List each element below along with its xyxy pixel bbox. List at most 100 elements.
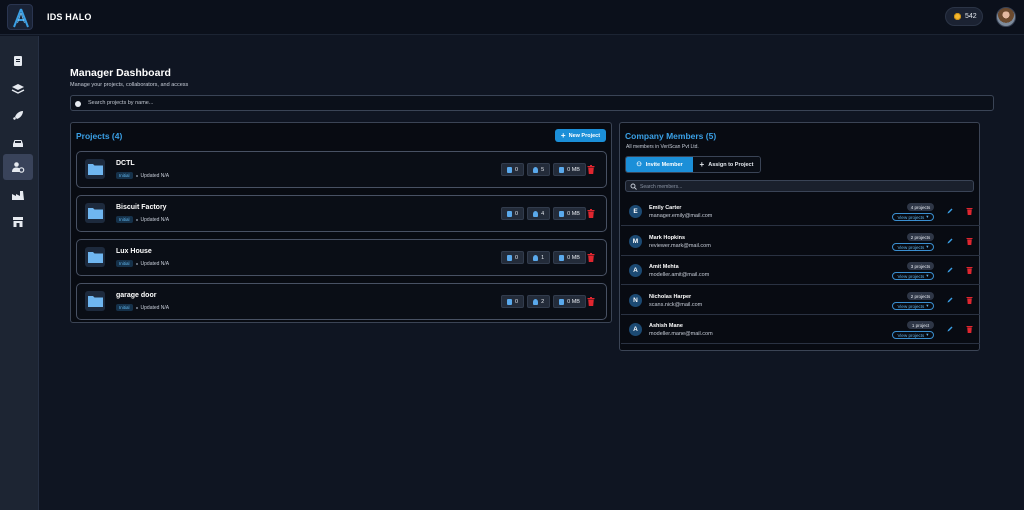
view-projects-button[interactable]: View projects ▾ [892, 331, 934, 339]
database-icon [559, 166, 565, 173]
new-project-button[interactable]: + New Project [555, 129, 606, 142]
member-search[interactable] [625, 180, 974, 192]
member-row: M Mark Hopkins reviewer.mark@mail.com 2 … [621, 227, 980, 256]
files-count: 0 [515, 254, 519, 261]
new-project-label: New Project [568, 132, 601, 139]
user-icon [533, 210, 539, 217]
files-count: 0 [515, 210, 519, 217]
factory-icon [12, 191, 24, 200]
project-name: garage door [116, 292, 157, 299]
trash-icon[interactable] [587, 297, 595, 306]
sidebar-item-vehicles[interactable] [3, 130, 33, 156]
users-count: 2 [541, 298, 545, 305]
trash-icon[interactable] [966, 325, 973, 333]
project-meta: Initial Updated N/A [116, 216, 169, 223]
view-projects-label: View projects [897, 303, 925, 309]
members-panel: Company Members (5) All members in VeriS… [619, 122, 980, 351]
files-stat: 0 [501, 163, 525, 176]
user-icon [533, 166, 539, 173]
member-email: scans.nick@mail.com [649, 302, 703, 308]
chevron-down-icon: ▾ [926, 332, 929, 337]
folder-icon [85, 159, 105, 179]
project-card[interactable]: Lux House Initial Updated N/A 0 1 0 MB [76, 239, 607, 276]
page-title: Manager Dashboard [70, 67, 171, 79]
trash-icon[interactable] [966, 207, 973, 215]
member-name: Ashish Mane [649, 323, 683, 329]
member-name: Mark Hopkins [649, 235, 686, 241]
size-stat: 0 MB [553, 207, 586, 220]
project-updated: Updated N/A [140, 304, 170, 311]
sidebar-item-manager[interactable] [3, 154, 33, 180]
tab-invite-member[interactable]: ⚇ Invite Member [626, 157, 693, 172]
member-name: Amit Mehta [649, 264, 679, 270]
projects-title: Projects (4) [76, 131, 123, 141]
view-projects-button[interactable]: View projects ▾ [892, 272, 934, 280]
trash-icon[interactable] [587, 209, 595, 218]
member-email: modeller.amit@mail.com [649, 272, 710, 278]
view-projects-button[interactable]: View projects ▾ [892, 302, 934, 310]
project-name: DCTL [116, 160, 135, 167]
folder-icon [85, 203, 105, 223]
layers-icon [11, 84, 25, 94]
file-icon [507, 254, 512, 261]
view-projects-label: View projects [897, 244, 925, 250]
member-email: modeller.mane@mail.com [649, 331, 713, 337]
edit-icon[interactable] [947, 297, 953, 303]
files-count: 0 [515, 166, 519, 173]
member-email: reviewer.mark@mail.com [649, 243, 711, 249]
project-meta: Initial Updated N/A [116, 304, 169, 311]
sidebar-item-factory[interactable] [3, 182, 33, 208]
project-name: Biscuit Factory [116, 204, 167, 211]
project-search-input[interactable] [88, 97, 968, 109]
credits-badge[interactable]: 542 [945, 7, 983, 26]
database-icon [559, 298, 565, 305]
file-icon [507, 210, 512, 217]
users-count: 5 [541, 166, 545, 173]
separator-dot [135, 306, 138, 309]
user-avatar[interactable] [996, 7, 1016, 27]
project-meta: Initial Updated N/A [116, 260, 169, 267]
tab-assign-project[interactable]: + Assign to Project [693, 157, 760, 172]
sidebar-item-store[interactable] [3, 209, 33, 235]
edit-icon[interactable] [947, 326, 953, 332]
app-logo[interactable] [7, 4, 33, 30]
project-card[interactable]: Biscuit Factory Initial Updated N/A 0 4 … [76, 195, 607, 232]
top-bar: IDS HALO 542 [0, 0, 1024, 35]
trash-icon[interactable] [587, 253, 595, 262]
project-search[interactable] [70, 95, 994, 111]
users-stat: 4 [527, 207, 551, 220]
app-title: IDS HALO [47, 12, 92, 22]
project-updated: Updated N/A [140, 216, 170, 223]
trash-icon[interactable] [587, 165, 595, 174]
edit-icon[interactable] [947, 267, 953, 273]
trash-icon[interactable] [966, 266, 973, 274]
users-count: 4 [541, 210, 545, 217]
status-badge: Initial [116, 304, 133, 311]
user-icon [533, 254, 539, 261]
sidebar-item-launch[interactable] [3, 103, 33, 129]
view-projects-button[interactable]: View projects ▾ [892, 213, 934, 221]
files-stat: 0 [501, 295, 525, 308]
search-icon [630, 183, 637, 190]
project-stats: 0 4 0 MB [501, 207, 586, 220]
trash-icon[interactable] [966, 296, 973, 304]
database-icon [559, 254, 565, 261]
project-card[interactable]: garage door Initial Updated N/A 0 2 0 MB [76, 283, 607, 320]
separator-dot [135, 174, 138, 177]
view-projects-label: View projects [897, 214, 925, 220]
edit-icon[interactable] [947, 208, 953, 214]
project-stats: 0 1 0 MB [501, 251, 586, 264]
size-value: 0 MB [567, 210, 580, 217]
member-row: A Ashish Mane modeller.mane@mail.com 1 p… [621, 315, 980, 344]
sidebar-item-layers[interactable] [3, 76, 33, 102]
trash-icon[interactable] [966, 237, 973, 245]
member-search-input[interactable] [640, 182, 960, 191]
status-badge: Initial [116, 216, 133, 223]
project-card[interactable]: DCTL Initial Updated N/A 0 5 0 MB [76, 151, 607, 188]
chevron-down-icon: ▾ [926, 303, 929, 308]
sidebar-item-documents[interactable] [3, 48, 33, 74]
view-projects-button[interactable]: View projects ▾ [892, 243, 934, 251]
edit-icon[interactable] [947, 238, 953, 244]
project-updated: Updated N/A [140, 172, 170, 179]
member-project-count: 4 projects [907, 203, 934, 211]
